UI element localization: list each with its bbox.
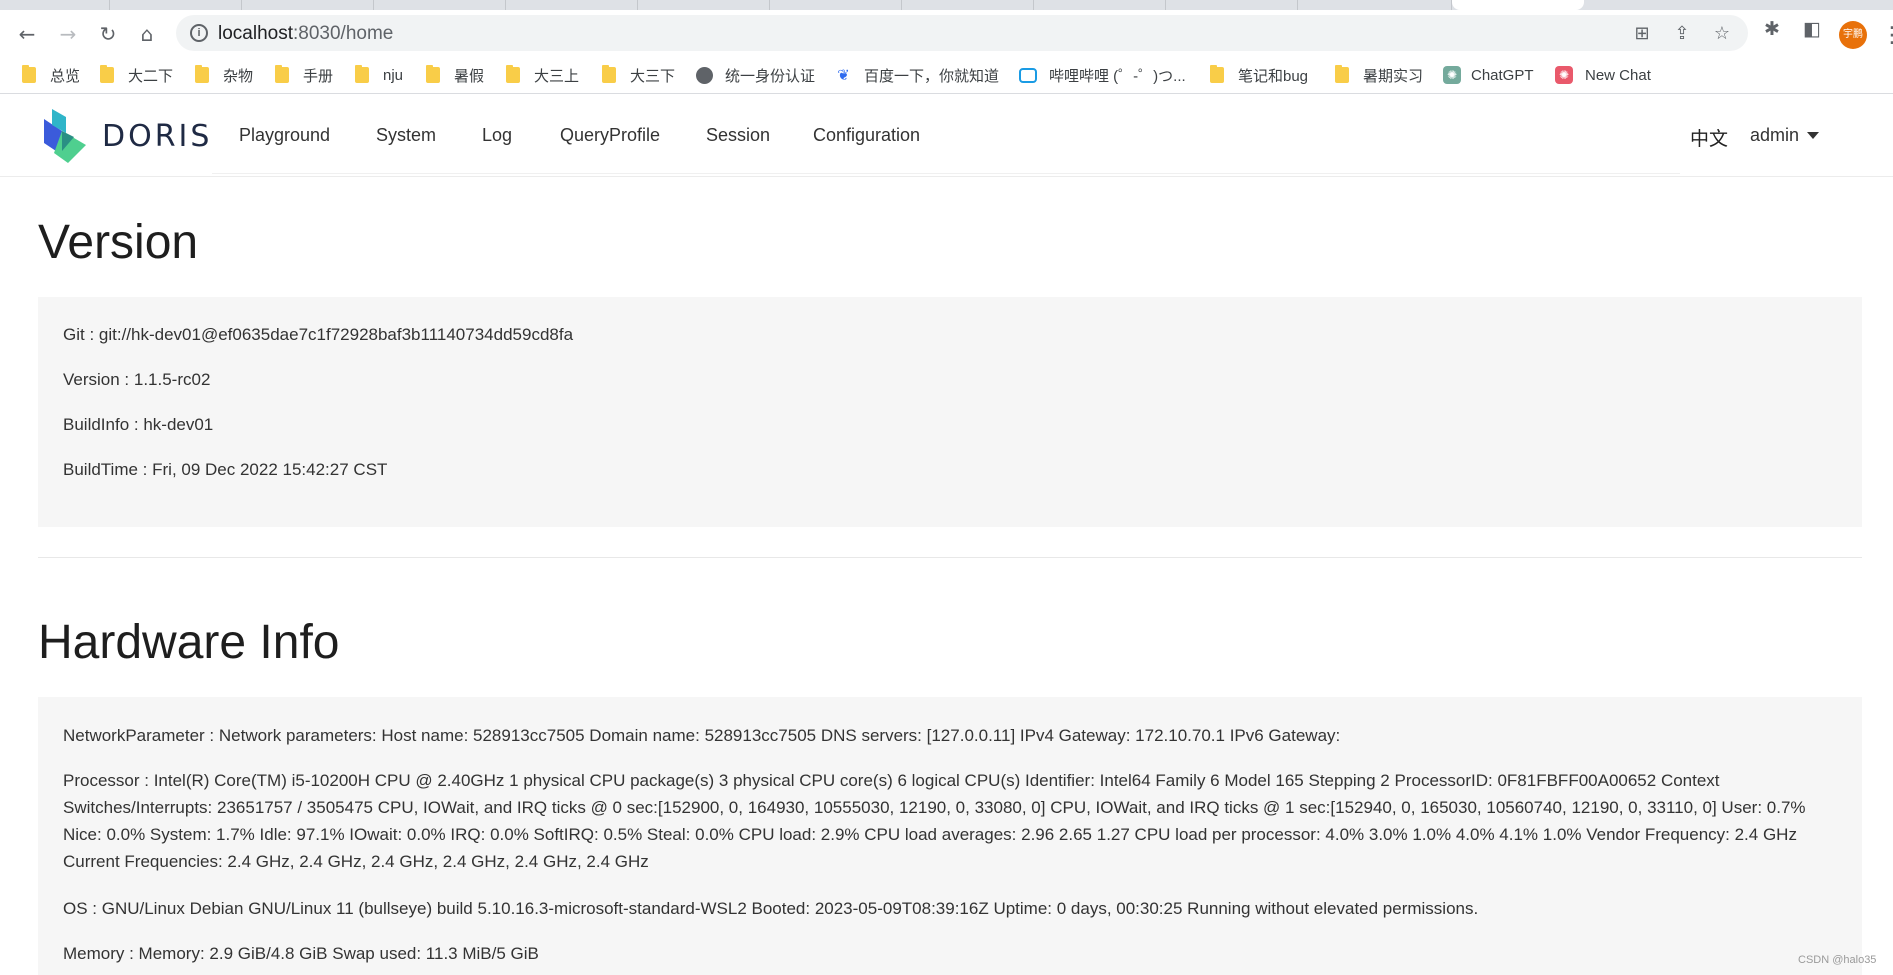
doris-logo[interactable]: DORIS [40, 107, 220, 165]
globe-icon [696, 66, 713, 84]
bookmark-item[interactable]: nju [355, 64, 403, 86]
tab[interactable] [770, 0, 902, 10]
bookmark-item[interactable]: ❦ 百度一下，你就知道 [835, 64, 999, 86]
folder-icon [1335, 65, 1349, 83]
user-menu[interactable]: admin [1750, 125, 1820, 146]
bookmark-item[interactable]: 大三上 [506, 64, 579, 86]
nav-log[interactable]: Log [482, 125, 512, 146]
nav-system[interactable]: System [376, 125, 436, 146]
folder-icon [100, 65, 114, 83]
folder-icon [275, 65, 289, 83]
version-panel: Git : git://hk-dev01@ef0635dae7c1f72928b… [38, 297, 1862, 527]
bookmarks-bar: 总览 大二下 杂物 手册 nju 暑假 大三上 大三下 统一身份认证 ❦ 百度一下… [0, 56, 1893, 94]
tab[interactable] [374, 0, 506, 10]
folder-icon [506, 65, 520, 83]
forward-icon[interactable]: → [52, 18, 84, 50]
folder-icon [1210, 65, 1224, 83]
hardware-title: Hardware Info [38, 616, 340, 669]
bookmark-item[interactable]: 笔记和bug [1210, 64, 1308, 86]
watermark: CSDN @halo35 [1798, 954, 1877, 966]
hardware-processor: Processor : Intel(R) Core(TM) i5-10200H … [63, 771, 1806, 871]
newchat-icon: ✺ [1555, 66, 1573, 84]
tab[interactable] [902, 0, 1034, 10]
nav-playground[interactable]: Playground [239, 125, 330, 146]
nav-configuration[interactable]: Configuration [813, 125, 920, 146]
tab[interactable] [638, 0, 770, 10]
bookmark-item[interactable]: ✺ ChatGPT [1443, 64, 1534, 86]
reload-icon[interactable]: ↻ [92, 18, 124, 50]
bilibili-icon [1019, 67, 1037, 83]
tab-strip [0, 0, 1893, 10]
language-switch[interactable]: 中文 [1690, 124, 1728, 151]
nav-queryprofile[interactable]: QueryProfile [560, 125, 660, 146]
doris-logo-icon [44, 109, 86, 163]
bookmark-item[interactable]: 手册 [275, 64, 333, 86]
bookmark-star-icon[interactable]: ☆ [1710, 23, 1734, 45]
folder-icon [426, 65, 440, 83]
caret-down-icon [1807, 132, 1820, 139]
bookmark-item[interactable]: 总览 [22, 64, 80, 86]
bookmark-item[interactable]: 统一身份认证 [696, 64, 815, 86]
tab[interactable] [0, 0, 110, 10]
tab[interactable] [242, 0, 374, 10]
chatgpt-icon: ✺ [1443, 66, 1461, 84]
share-icon[interactable]: ⇪ [1670, 23, 1694, 45]
browser-toolbar: ← → ↻ ⌂ i localhost:8030/home ⊞ ⇪ ☆ ✱ ◧ … [0, 10, 1893, 56]
home-icon[interactable]: ⌂ [131, 18, 163, 50]
bookmark-item[interactable]: 大三下 [602, 64, 675, 86]
doris-wordmark: DORIS [102, 118, 213, 154]
browser-menu-icon[interactable]: ⋮ [1881, 20, 1893, 50]
tab[interactable] [1034, 0, 1166, 10]
version-buildtime: BuildTime : Fri, 09 Dec 2022 15:42:27 CS… [63, 460, 388, 479]
translate-icon[interactable]: ⊞ [1630, 23, 1654, 45]
tab[interactable] [1298, 0, 1452, 10]
folder-icon [355, 65, 369, 83]
tab[interactable] [110, 0, 242, 10]
version-buildinfo: BuildInfo : hk-dev01 [63, 415, 214, 434]
bookmark-item[interactable]: ✺ New Chat [1555, 64, 1651, 86]
hardware-memory: Memory : Memory: 2.9 GiB/4.8 GiB Swap us… [63, 944, 539, 963]
tab[interactable] [506, 0, 638, 10]
hardware-network: NetworkParameter : Network parameters: H… [63, 726, 1341, 745]
app-header: DORIS Playground System Log QueryProfile… [0, 95, 1893, 177]
folder-icon [22, 65, 36, 83]
back-icon[interactable]: ← [11, 18, 43, 50]
profile-avatar[interactable]: 宇鹏 [1839, 21, 1867, 49]
tab[interactable] [1166, 0, 1298, 10]
folder-icon [602, 65, 616, 83]
nav-session[interactable]: Session [706, 125, 770, 146]
bookmark-item[interactable]: 杂物 [195, 64, 253, 86]
folder-icon [195, 65, 209, 83]
site-info-icon[interactable]: i [190, 24, 208, 42]
hardware-panel: NetworkParameter : Network parameters: H… [38, 697, 1862, 975]
version-title: Version [38, 216, 199, 269]
bookmark-item[interactable]: 暑期实习 [1335, 64, 1423, 86]
side-panel-icon[interactable]: ◧ [1799, 18, 1825, 44]
baidu-icon: ❦ [837, 65, 850, 84]
version-git: Git : git://hk-dev01@ef0635dae7c1f72928b… [63, 325, 574, 344]
bookmark-item[interactable]: 大二下 [100, 64, 173, 86]
nav-divider [212, 173, 1680, 174]
user-name: admin [1750, 125, 1800, 145]
extensions-icon[interactable]: ✱ [1759, 18, 1785, 44]
bookmark-item[interactable]: 暑假 [426, 64, 484, 86]
address-url[interactable]: localhost:8030/home [218, 23, 393, 45]
tab-active[interactable] [1452, 0, 1584, 10]
section-divider [38, 557, 1862, 558]
hardware-os: OS : GNU/Linux Debian GNU/Linux 11 (bull… [63, 899, 1479, 918]
version-version: Version : 1.1.5-rc02 [63, 370, 211, 389]
bookmark-item[interactable]: 哔哩哔哩 (゜-゜)つ... [1019, 64, 1186, 86]
address-bar[interactable]: i localhost:8030/home ⊞ ⇪ ☆ [176, 15, 1748, 51]
